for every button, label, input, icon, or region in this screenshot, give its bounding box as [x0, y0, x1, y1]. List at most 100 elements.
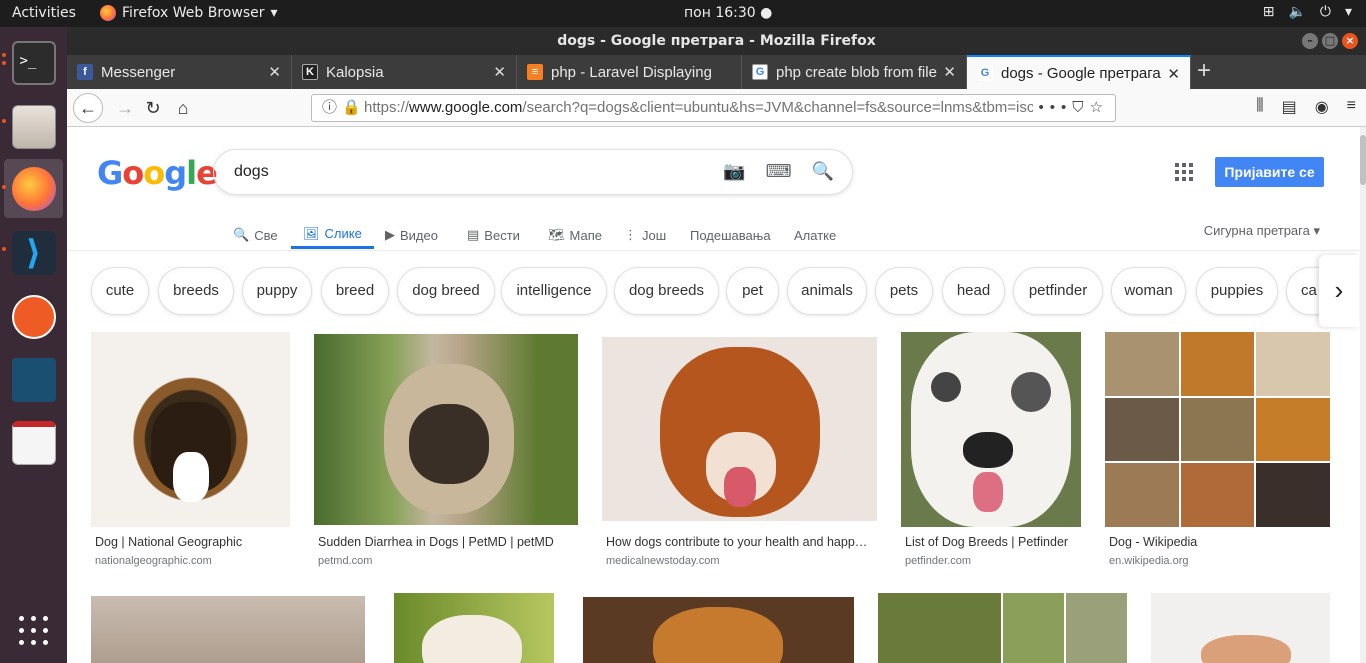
chip-head[interactable]: head — [942, 267, 1005, 315]
dock-text-editor[interactable] — [4, 413, 63, 472]
chip-cute[interactable]: cute — [91, 267, 149, 315]
result-title[interactable]: Dog | National Geographic — [95, 535, 285, 549]
home-button[interactable]: ⌂ — [169, 95, 197, 121]
tab-maps[interactable]: 🗺 Мапе — [548, 221, 602, 249]
app-menu[interactable]: Firefox Web Browser ▾ — [100, 5, 278, 21]
tab-all[interactable]: 🔍 Све — [233, 221, 278, 249]
sidebar-icon[interactable]: ▤ — [1282, 97, 1297, 117]
chip-woman[interactable]: woman — [1111, 267, 1186, 315]
search-icon[interactable]: 🔍 — [812, 161, 834, 182]
google-logo[interactable]: Google — [97, 154, 218, 192]
chip-puppy[interactable]: puppy — [242, 267, 312, 315]
play-icon: ▶ — [385, 227, 395, 242]
stackoverflow-icon: ≡ — [527, 64, 543, 80]
bookmark-star-icon[interactable]: ☆ — [1090, 99, 1109, 116]
page-actions-icon[interactable]: ••• — [1039, 99, 1073, 116]
activities-button[interactable]: Activities — [12, 5, 76, 21]
dock-firefox[interactable] — [4, 159, 63, 218]
chevron-right-icon[interactable]: › — [1319, 255, 1359, 327]
window-titlebar[interactable]: dogs - Google претрага - Mozilla Firefox… — [67, 27, 1366, 55]
result-image-8[interactable] — [583, 597, 854, 663]
tab-news[interactable]: ▤ Вести — [467, 221, 520, 249]
chip-intelligence[interactable]: intelligence — [501, 267, 607, 315]
dock-postman[interactable] — [4, 287, 63, 346]
chip-petfinder[interactable]: petfinder — [1013, 267, 1103, 315]
tab-google-dogs[interactable]: G dogs - Google претрага ✕ — [967, 55, 1191, 89]
close-tab-icon[interactable]: ✕ — [268, 63, 281, 81]
back-button[interactable]: ← — [73, 93, 103, 123]
google-apps-icon[interactable] — [1175, 163, 1193, 181]
close-tab-icon[interactable]: ✕ — [1167, 65, 1180, 83]
result-title[interactable]: Dog - Wikipedia — [1109, 535, 1329, 549]
network-icon: ⊞ — [1262, 4, 1275, 20]
info-icon[interactable]: ⓘ — [322, 95, 337, 121]
minimize-button[interactable]: – — [1302, 33, 1318, 49]
pocket-icon[interactable]: ⛉ — [1072, 99, 1089, 116]
dock-vscode[interactable]: ⟩ — [4, 223, 63, 282]
result-image-9[interactable] — [878, 593, 1127, 663]
chip-puppies[interactable]: puppies — [1196, 267, 1278, 315]
chip-pet[interactable]: pet — [726, 267, 779, 315]
url-path: /search?q=dogs&client=ubuntu&hs=JVM&chan… — [522, 99, 1043, 116]
clock[interactable]: пон 16:30 ● — [684, 5, 772, 21]
chip-animals[interactable]: animals — [787, 267, 867, 315]
result-title[interactable]: How dogs contribute to your health and h… — [606, 535, 874, 549]
close-tab-icon[interactable]: ✕ — [493, 63, 506, 81]
library-icon[interactable]: ⫼ — [1256, 97, 1263, 117]
result-image-4[interactable] — [901, 332, 1081, 527]
reload-button[interactable]: ↻ — [139, 95, 167, 121]
result-image-3[interactable] — [602, 337, 877, 521]
close-tab-icon[interactable]: ✕ — [943, 63, 956, 81]
hamburger-menu-icon[interactable]: ≡ — [1347, 97, 1356, 117]
dock-files[interactable] — [4, 97, 63, 156]
search-input[interactable]: dogs — [234, 163, 269, 181]
tab-kalopsia[interactable]: K Kalopsia ✕ — [292, 55, 517, 89]
result-title[interactable]: Sudden Diarrhea in Dogs | PetMD | petMD — [318, 535, 574, 549]
forward-button[interactable]: → — [111, 95, 139, 121]
dock-terminal[interactable]: >_ — [4, 33, 63, 92]
map-icon: 🗺 — [548, 227, 565, 242]
chip-dog-breeds[interactable]: dog breeds — [614, 267, 719, 315]
settings-link[interactable]: Подешавања — [690, 221, 771, 249]
tools-link[interactable]: Алатке — [794, 221, 836, 249]
page-scrollbar[interactable] — [1360, 127, 1366, 663]
chip-breeds[interactable]: breeds — [158, 267, 234, 315]
tab-stackoverflow-laravel[interactable]: ≡ php - Laravel Displaying i — [517, 55, 742, 89]
dock-mysql-workbench[interactable] — [4, 350, 63, 409]
chip-pets[interactable]: pets — [875, 267, 933, 315]
filter-label: Мапе — [569, 227, 602, 243]
chip-breed[interactable]: breed — [321, 267, 389, 315]
close-window-button[interactable]: × — [1342, 33, 1358, 49]
system-menu[interactable]: ⊞ 🔈 ⏻ ▾ — [1263, 4, 1352, 20]
url-host: www.google.com — [409, 99, 523, 116]
result-image-5[interactable] — [1105, 332, 1330, 527]
camera-icon[interactable]: 📷 — [723, 161, 745, 182]
safe-search-dropdown[interactable]: Сигурна претрага ▾ — [1204, 223, 1320, 239]
result-image-1[interactable] — [91, 332, 290, 527]
dock-show-applications[interactable] — [4, 601, 63, 660]
result-image-6[interactable] — [91, 596, 365, 663]
facebook-icon: f — [77, 64, 93, 80]
result-title[interactable]: List of Dog Breeds | Petfinder — [905, 535, 1081, 549]
vscode-icon: ⟩ — [11, 230, 56, 275]
maximize-button[interactable]: □ — [1322, 33, 1338, 49]
keyboard-icon[interactable]: ⌨ — [766, 161, 792, 182]
tab-google-php-blob[interactable]: G php create blob from file ✕ — [742, 55, 967, 89]
tab-messenger[interactable]: f Messenger ✕ — [67, 55, 292, 89]
extension-icon[interactable]: ◉ — [1315, 97, 1329, 117]
url-bar[interactable]: ⓘ 🔒 https://www.google.com/search?q=dogs… — [311, 94, 1116, 122]
navigation-toolbar: ← → ↻ ⌂ ⓘ 🔒 https://www.google.com/searc… — [67, 89, 1366, 127]
sign-in-button[interactable]: Пријавите се — [1215, 157, 1324, 187]
news-icon: ▤ — [467, 227, 480, 242]
tab-images[interactable]: 🖼 Слике — [291, 221, 374, 249]
result-image-10[interactable] — [1151, 593, 1330, 663]
result-image-7[interactable] — [394, 593, 554, 663]
filter-label: Видео — [400, 227, 438, 243]
search-box[interactable]: dogs 📷 ⌨ 🔍 — [213, 149, 853, 195]
new-tab-button[interactable]: + — [1197, 57, 1211, 85]
chip-dog-breed[interactable]: dog breed — [397, 267, 495, 315]
tab-more[interactable]: ⋮ Још — [624, 221, 666, 249]
filter-label: Слике — [324, 226, 362, 241]
tab-videos[interactable]: ▶ Видео — [385, 221, 438, 249]
result-image-2[interactable] — [314, 334, 578, 525]
